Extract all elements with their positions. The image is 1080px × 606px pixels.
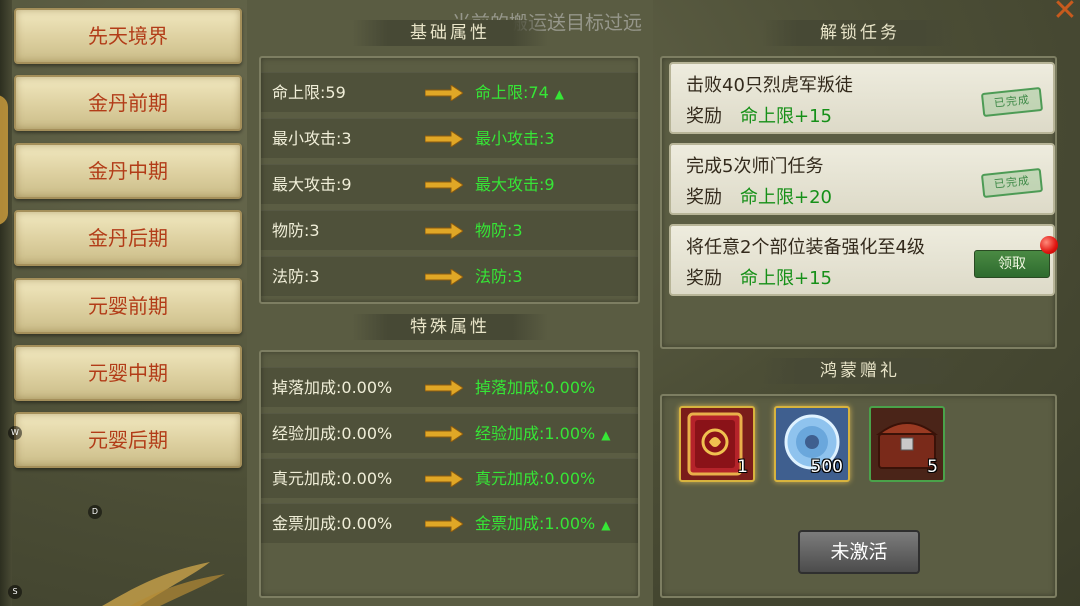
attr-next: 金票加成:1.00% ▲	[475, 504, 610, 545]
attr-row: 物防:3 物防:3	[261, 210, 638, 250]
task-reward-value: 命上限+20	[740, 187, 832, 208]
attr-current: 真元加成:0.00%	[272, 469, 393, 488]
up-arrow-icon: ▲	[601, 428, 611, 442]
special-attributes-title: 特殊属性	[352, 314, 548, 340]
special-attributes-panel: 掉落加成:0.00% 掉落加成:0.00% 经验加成:0.00% 经验加成:1.…	[259, 350, 640, 598]
claim-button[interactable]: 领取	[974, 250, 1050, 278]
task-reward-label: 奖励	[686, 268, 722, 289]
right-arrow-icon	[425, 269, 463, 285]
gift-item-book[interactable]: 1	[679, 406, 755, 482]
attr-next: 经验加成:1.00% ▲	[475, 414, 610, 455]
task-reward-value: 命上限+15	[740, 268, 832, 289]
stage-item-jindan-late[interactable]: 金丹后期	[14, 210, 242, 266]
attr-next: 真元加成:0.00%	[475, 469, 596, 488]
attr-row: 真元加成:0.00% 真元加成:0.00%	[261, 458, 638, 498]
task-reward-label: 奖励	[686, 187, 722, 208]
attr-next: 掉落加成:0.00%	[475, 378, 596, 397]
activate-button[interactable]: 未激活	[798, 530, 920, 574]
attr-row: 命上限:59 命上限:74 ▲	[261, 72, 638, 112]
attr-next: 法防:3	[475, 267, 523, 286]
gift-count: 5	[927, 457, 938, 477]
right-arrow-icon	[425, 471, 463, 487]
stage-list: 先天境界 金丹前期 金丹中期 金丹后期 元婴前期 元婴中期 元婴后期 W D S	[0, 0, 250, 606]
attr-next: 物防:3	[475, 221, 523, 240]
completed-stamp: 已完成	[980, 86, 1044, 118]
right-arrow-icon	[425, 380, 463, 396]
stage-item-jindan-mid[interactable]: 金丹中期	[14, 143, 242, 199]
task-reward-value: 命上限+15	[740, 106, 832, 127]
left-border-decoration	[0, 0, 12, 606]
unlock-tasks-title: 解锁任务	[762, 20, 958, 46]
attr-current: 最大攻击:9	[272, 175, 352, 194]
gift-count: 1	[737, 457, 748, 477]
attr-row: 金票加成:0.00% 金票加成:1.00% ▲	[261, 503, 638, 543]
attr-next-text: 经验加成:1.00%	[475, 424, 596, 443]
gift-count: 500	[810, 457, 843, 477]
attr-current: 命上限:59	[272, 83, 346, 102]
task-reward-label: 奖励	[686, 106, 722, 127]
attr-current: 物防:3	[272, 221, 320, 240]
close-icon[interactable]: ✕	[1048, 0, 1080, 28]
attr-current: 法防:3	[272, 267, 320, 286]
basic-attributes-panel: 命上限:59 命上限:74 ▲ 最小攻击:3 最小攻击:3 最大攻击:9 最大攻击…	[259, 56, 640, 304]
task-title: 击败40只烈虎军叛徒	[686, 75, 853, 96]
stage-attributes-screen: 先天境界 金丹前期 金丹中期 金丹后期 元婴前期 元婴中期 元婴后期 W D S…	[0, 0, 1080, 606]
task-card: 完成5次师门任务 奖励 命上限+20 已完成	[669, 143, 1055, 215]
right-arrow-icon	[425, 177, 463, 193]
attr-current: 金票加成:0.00%	[272, 514, 393, 533]
attr-current: 经验加成:0.00%	[272, 424, 393, 443]
stage-item-yuanying-early[interactable]: 元婴前期	[14, 278, 242, 334]
gift-item-chest[interactable]: 5	[869, 406, 945, 482]
task-title: 完成5次师门任务	[686, 156, 824, 177]
notification-dot-icon	[1040, 236, 1058, 254]
overlay-key-s: S	[8, 585, 22, 599]
stage-item-xiantian[interactable]: 先天境界	[14, 8, 242, 64]
right-arrow-icon	[425, 223, 463, 239]
attr-next: 最小攻击:3	[475, 129, 555, 148]
up-arrow-icon: ▲	[601, 518, 611, 532]
attr-row: 掉落加成:0.00% 掉落加成:0.00%	[261, 367, 638, 407]
overlay-key-w: W	[8, 426, 22, 440]
stage-item-yuanying-late[interactable]: 元婴后期	[14, 412, 242, 468]
attr-next-text: 命上限:74	[475, 83, 549, 102]
left-ornament	[0, 95, 8, 225]
right-arrow-icon	[425, 85, 463, 101]
completed-stamp: 已完成	[980, 167, 1044, 199]
attr-next: 命上限:74 ▲	[475, 73, 564, 114]
right-arrow-icon	[425, 426, 463, 442]
stage-item-jindan-early[interactable]: 金丹前期	[14, 75, 242, 131]
attr-current: 掉落加成:0.00%	[272, 378, 393, 397]
attr-next: 最大攻击:9	[475, 175, 555, 194]
attr-row: 法防:3 法防:3	[261, 256, 638, 296]
attr-next-text: 金票加成:1.00%	[475, 514, 596, 533]
task-card: 击败40只烈虎军叛徒 奖励 命上限+15 已完成	[669, 62, 1055, 134]
overlay-key-d: D	[88, 505, 102, 519]
task-title: 将任意2个部位装备强化至4级	[686, 237, 925, 258]
attr-row: 最小攻击:3 最小攻击:3	[261, 118, 638, 158]
gift-item-disc[interactable]: 500	[774, 406, 850, 482]
right-arrow-icon	[425, 516, 463, 532]
attr-row: 最大攻击:9 最大攻击:9	[261, 164, 638, 204]
gift-title: 鸿蒙赠礼	[762, 358, 958, 384]
right-arrow-icon	[425, 131, 463, 147]
task-card: 将任意2个部位装备强化至4级 奖励 命上限+15 领取	[669, 224, 1058, 296]
basic-attributes-title: 基础属性	[352, 20, 548, 46]
feather-decoration	[102, 562, 225, 606]
up-arrow-icon: ▲	[554, 87, 564, 101]
attr-current: 最小攻击:3	[272, 129, 352, 148]
attr-row: 经验加成:0.00% 经验加成:1.00% ▲	[261, 413, 638, 453]
stage-item-yuanying-mid[interactable]: 元婴中期	[14, 345, 242, 401]
